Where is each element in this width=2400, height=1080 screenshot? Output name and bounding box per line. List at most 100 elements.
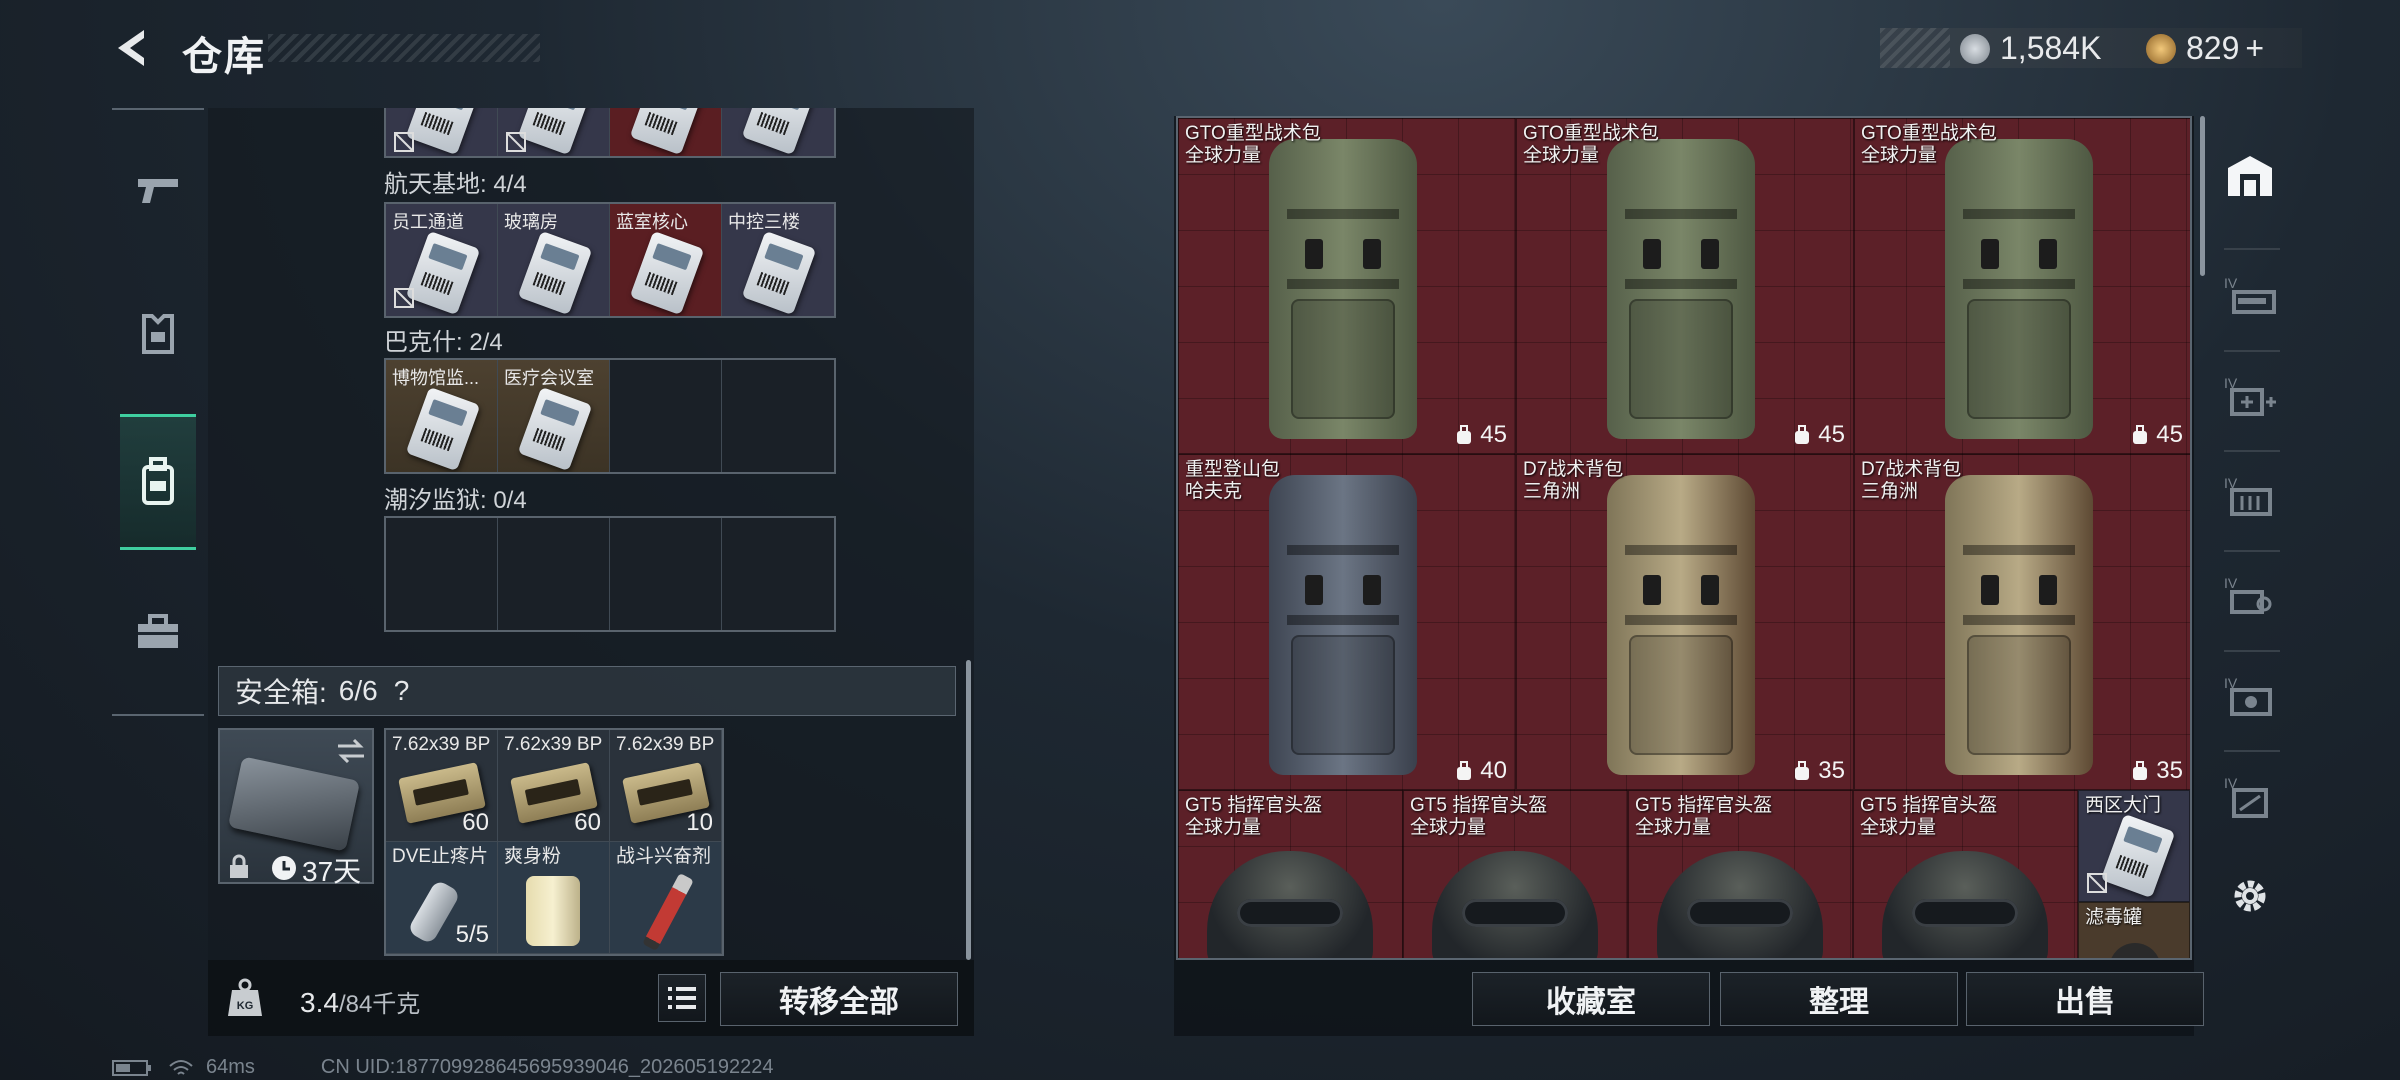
syringe-icon — [642, 872, 694, 952]
collection-room-button[interactable]: 收藏室 — [1472, 972, 1710, 1026]
inventory-scrollbar[interactable] — [966, 660, 971, 960]
tab-key-case[interactable]: IV — [2214, 560, 2286, 632]
home-icon — [2228, 156, 2272, 196]
settings-button[interactable] — [2214, 860, 2286, 932]
help-button[interactable]: ? — [394, 675, 410, 707]
backpack-image — [1607, 139, 1755, 439]
stash-item-helmet[interactable]: GT5 指挥官头盔 全球力量 — [1403, 790, 1628, 958]
stash-item-backpack[interactable]: GTO重型战术包 全球力量 45 — [1178, 118, 1516, 454]
key-item[interactable]: 医疗会议室 — [498, 360, 610, 472]
medical-item[interactable]: 爽身粉 — [498, 842, 610, 954]
stash-item-backpack[interactable]: GTO重型战术包 全球力量 45 — [1854, 118, 2190, 454]
untradeable-icon — [506, 132, 526, 152]
sell-button[interactable]: 出售 — [1966, 972, 2204, 1026]
backpack-image — [1945, 475, 2093, 775]
stash-scrollbar[interactable] — [2200, 116, 2205, 276]
misc-case-icon: IV — [2224, 775, 2268, 818]
stash-item-keycard[interactable]: 西区大门 — [2078, 790, 2190, 902]
empty-slot[interactable] — [610, 360, 722, 472]
list-view-button[interactable] — [658, 974, 706, 1022]
gold-add-button[interactable]: + — [2245, 30, 2264, 67]
gold-currency[interactable]: 829 + — [2146, 30, 2264, 67]
transfer-all-button[interactable]: 转移全部 — [720, 972, 958, 1026]
silver-coin-icon — [1960, 33, 1990, 64]
storage-tabs: IV IV IV IV IV IV — [2206, 116, 2294, 960]
keycard-icon — [741, 230, 817, 316]
nav-tools[interactable] — [120, 582, 196, 682]
capacity-icon — [1457, 761, 1472, 780]
capacity-icon — [2133, 761, 2148, 780]
gun-icon — [138, 179, 178, 203]
settings-icon — [2234, 880, 2266, 912]
stash-item-backpack[interactable]: D7战术背包 三角洲 35 — [1854, 454, 2190, 790]
tab-gear-case[interactable]: IV — [2214, 660, 2286, 732]
stash-item-helmet[interactable]: GT5 指挥官头盔 全球力量 — [1628, 790, 1853, 958]
stash-item-helmet[interactable]: GT5 指挥官头盔 全球力量 — [1178, 790, 1403, 958]
keycard-icon — [517, 386, 593, 472]
backpack-image — [1607, 475, 1755, 775]
weight-readout: 3.4/84千克 — [300, 987, 421, 1018]
key-item[interactable]: 员工通道 — [386, 204, 498, 316]
key-section-label: 潮汐监狱: 0/4 — [384, 487, 527, 514]
armor-icon — [142, 314, 174, 354]
empty-slot[interactable] — [722, 518, 834, 630]
battery-icon — [112, 1059, 151, 1076]
nav-armor[interactable] — [120, 284, 196, 384]
tab-ammo-case[interactable]: IV — [2214, 460, 2286, 532]
tab-misc-case[interactable]: IV — [2214, 760, 2286, 832]
tab-rifle-case[interactable]: IV — [2214, 260, 2286, 332]
currency-bar: 1,584K 829 + — [1880, 28, 2302, 68]
backpack-icon — [142, 457, 174, 505]
page-title: 仓库 — [182, 35, 266, 79]
helmet-image — [1657, 851, 1823, 958]
key-item[interactable]: 玻璃房 — [498, 204, 610, 316]
safe-box-container[interactable]: 37天 — [218, 728, 374, 887]
gear-case-icon: IV — [2224, 675, 2272, 716]
stash-item-backpack[interactable]: 重型登山包 哈夫克 40 — [1178, 454, 1516, 790]
safe-box-header: 安全箱: 6/6 ? — [218, 666, 956, 716]
key-grid: 博物馆监... 医疗会议室 — [384, 358, 836, 474]
key-grid — [384, 516, 836, 632]
back-button[interactable] — [110, 24, 158, 72]
medkit-case-icon: IV — [2224, 375, 2276, 416]
sort-button[interactable]: 整理 — [1720, 972, 1958, 1026]
ammo-item[interactable]: 7.62x39 BP 10 — [610, 730, 722, 842]
stash-item-backpack[interactable]: GTO重型战术包 全球力量 45 — [1516, 118, 1854, 454]
keycard-icon — [2100, 813, 2176, 899]
svg-text:IV: IV — [2224, 275, 2238, 291]
empty-slot[interactable] — [498, 518, 610, 630]
tab-medkit-case[interactable]: IV — [2214, 360, 2286, 432]
key-item[interactable]: 蓝室核心 — [610, 204, 722, 316]
capacity-icon — [1795, 761, 1810, 780]
key-row-partial — [384, 108, 836, 158]
untradeable-icon — [2087, 873, 2107, 893]
stash-item-helmet[interactable]: GT5 指挥官头盔 全球力量 — [1853, 790, 2078, 958]
helmet-image — [1432, 851, 1598, 958]
stash-item-backpack[interactable]: D7战术背包 三角洲 35 — [1516, 454, 1854, 790]
keycard-icon — [405, 386, 481, 472]
empty-slot[interactable] — [610, 518, 722, 630]
medical-item[interactable]: 战斗兴奋剂 — [610, 842, 722, 954]
stash-item-canister[interactable]: 滤毒罐 — [2078, 902, 2190, 958]
weight-icon: KG — [228, 978, 262, 1016]
pill-bottle-icon — [406, 879, 462, 945]
toolbox-icon — [138, 614, 178, 648]
key-section-label: 巴克什: 2/4 — [384, 329, 503, 356]
title-decoration — [268, 34, 540, 62]
ammo-item[interactable]: 7.62x39 BP 60 — [498, 730, 610, 842]
tab-main-stash[interactable] — [2214, 140, 2286, 212]
rifle-case-icon: IV — [2224, 275, 2276, 314]
medical-item[interactable]: DVE止疼片 5/5 — [386, 842, 498, 954]
backpack-image — [1269, 139, 1417, 439]
empty-slot[interactable] — [722, 360, 834, 472]
powder-jar-icon — [526, 876, 580, 946]
nav-backpacks[interactable] — [120, 414, 196, 550]
ammo-item[interactable]: 7.62x39 BP 60 — [386, 730, 498, 842]
empty-slot[interactable] — [386, 518, 498, 630]
untradeable-icon — [394, 132, 414, 152]
ammo-case-icon: IV — [2224, 475, 2272, 516]
key-item[interactable]: 中控三楼 — [722, 204, 834, 316]
key-item[interactable]: 博物馆监... — [386, 360, 498, 472]
gold-coin-icon — [2146, 33, 2176, 64]
nav-weapons[interactable] — [120, 140, 196, 240]
